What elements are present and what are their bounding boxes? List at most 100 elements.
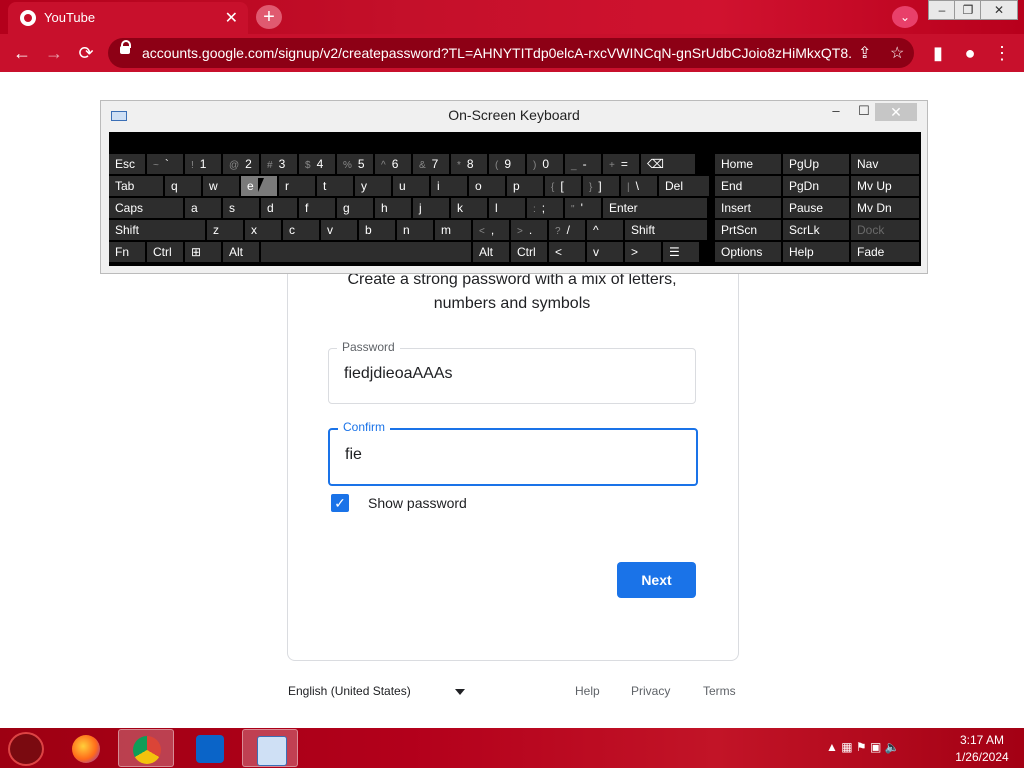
osk-nav-key[interactable]: PgUp <box>783 154 849 174</box>
osk-key[interactable]: | \ <box>621 176 657 196</box>
window-minimize-button[interactable]: – <box>928 0 956 20</box>
chevron-down-icon[interactable] <box>455 689 465 695</box>
osk-key[interactable]: ) 0 <box>527 154 563 174</box>
reload-button[interactable]: ⟳ <box>74 42 98 64</box>
osk-key[interactable]: & 7 <box>413 154 449 174</box>
osk-nav-key[interactable]: Fade <box>851 242 919 262</box>
osk-key[interactable]: #3 <box>261 154 297 174</box>
osk-nav-key[interactable]: Nav <box>851 154 919 174</box>
osk-key[interactable] <box>261 242 471 262</box>
osk-key[interactable]: c <box>283 220 319 240</box>
osk-key[interactable]: + = <box>603 154 639 174</box>
system-tray[interactable]: ▲ ▦ ⚑ ▣ 🔈 <box>826 740 900 754</box>
osk-key[interactable]: Alt <box>473 242 509 262</box>
osk-key[interactable]: Fn <box>109 242 145 262</box>
osk-key[interactable]: t <box>317 176 353 196</box>
osk-key[interactable]: Tab <box>109 176 163 196</box>
osk-key[interactable]: <, <box>473 220 509 240</box>
back-button[interactable]: ← <box>10 42 34 64</box>
osk-nav-key[interactable]: End <box>715 176 781 196</box>
lock-icon[interactable] <box>120 40 131 54</box>
osk-key[interactable]: v <box>321 220 357 240</box>
osk-key[interactable]: >. <box>511 220 547 240</box>
osk-key[interactable]: x <box>245 220 281 240</box>
osk-key[interactable]: " ' <box>565 198 601 218</box>
osk-key[interactable]: _ - <box>565 154 601 174</box>
url-text[interactable]: accounts.google.com/signup/v2/createpass… <box>142 45 852 61</box>
osk-key[interactable]: Esc <box>109 154 145 174</box>
osk-nav-key[interactable]: Home <box>715 154 781 174</box>
terms-link[interactable]: Terms <box>703 684 736 698</box>
osk-key[interactable]: o <box>469 176 505 196</box>
osk-minimize-button[interactable]: – <box>825 103 847 118</box>
address-bar[interactable]: accounts.google.com/signup/v2/createpass… <box>108 38 914 68</box>
osk-key[interactable]: v <box>587 242 623 262</box>
osk-key[interactable]: Enter <box>603 198 707 218</box>
osk-nav-key[interactable]: Dock <box>851 220 919 240</box>
new-tab-button[interactable]: + <box>256 5 282 29</box>
osk-key[interactable]: ⊞ <box>185 242 221 262</box>
osk-key[interactable]: r <box>279 176 315 196</box>
osk-key[interactable]: ^ <box>587 220 623 240</box>
osk-key[interactable]: z <box>207 220 243 240</box>
show-password-label[interactable]: Show password <box>368 495 467 511</box>
osk-key[interactable]: Shift <box>625 220 707 240</box>
osk-nav-key[interactable]: PrtScn <box>715 220 781 240</box>
osk-key[interactable]: }] <box>583 176 619 196</box>
confirm-password-input[interactable]: fie <box>345 446 675 464</box>
osk-key[interactable]: l <box>489 198 525 218</box>
osk-nav-key[interactable]: Insert <box>715 198 781 218</box>
taskbar-chrome[interactable] <box>118 729 174 767</box>
osk-key[interactable]: < <box>549 242 585 262</box>
osk-key[interactable]: m <box>435 220 471 240</box>
next-button[interactable]: Next <box>617 562 696 598</box>
confirm-password-field[interactable]: Confirm fie <box>328 420 698 486</box>
osk-key[interactable]: g <box>337 198 373 218</box>
osk-key[interactable]: Ctrl <box>147 242 183 262</box>
profile-icon[interactable]: ● <box>958 42 982 64</box>
osk-key[interactable]: p <box>507 176 543 196</box>
osk-key[interactable]: :; <box>527 198 563 218</box>
osk-key[interactable]: ! 1 <box>185 154 221 174</box>
taskbar-outlook[interactable] <box>182 729 238 767</box>
clock-date[interactable]: 1/26/2024 <box>952 750 1012 764</box>
side-panel-icon[interactable]: ▮ <box>926 42 950 64</box>
osk-nav-key[interactable]: Pause <box>783 198 849 218</box>
osk-key[interactable]: n <box>397 220 433 240</box>
language-selector[interactable]: English (United States) <box>288 684 411 698</box>
osk-key[interactable]: Alt <box>223 242 259 262</box>
osk-nav-key[interactable]: Mv Up <box>851 176 919 196</box>
clock-time[interactable]: 3:17 AM <box>952 733 1012 747</box>
osk-key[interactable]: Del <box>659 176 709 196</box>
osk-close-button[interactable]: ✕ <box>875 103 917 121</box>
password-field[interactable]: Password fiedjdieoaAAAs <box>328 340 696 404</box>
osk-key[interactable]: Caps <box>109 198 183 218</box>
tab-search-button[interactable]: ⌄ <box>892 6 918 28</box>
osk-key[interactable]: ~ ` <box>147 154 183 174</box>
osk-key[interactable]: Ctrl <box>511 242 547 262</box>
osk-key[interactable]: ☰ <box>663 242 699 262</box>
osk-nav-key[interactable]: Help <box>783 242 849 262</box>
privacy-link[interactable]: Privacy <box>631 684 670 698</box>
osk-key[interactable]: a <box>185 198 221 218</box>
osk-key[interactable]: j <box>413 198 449 218</box>
tab-youtube[interactable]: YouTube ✕ <box>8 2 248 34</box>
osk-key[interactable]: u <box>393 176 429 196</box>
taskbar-osk[interactable] <box>242 729 298 767</box>
osk-key[interactable]: (9 <box>489 154 525 174</box>
forward-button[interactable]: → <box>42 42 66 64</box>
chrome-menu-icon[interactable]: ⋮ <box>990 42 1014 64</box>
osk-key[interactable]: $4 <box>299 154 335 174</box>
osk-nav-key[interactable]: Options <box>715 242 781 262</box>
osk-key[interactable]: ? / <box>549 220 585 240</box>
osk-key[interactable]: q <box>165 176 201 196</box>
osk-nav-key[interactable]: PgDn <box>783 176 849 196</box>
show-password-checkbox[interactable]: ✓ <box>331 494 349 512</box>
window-close-button[interactable]: ✕ <box>980 0 1018 20</box>
osk-key[interactable]: {[ <box>545 176 581 196</box>
taskbar-firefox[interactable] <box>58 729 114 767</box>
osk-nav-key[interactable]: ScrLk <box>783 220 849 240</box>
osk-key[interactable]: ⌫ <box>641 154 695 174</box>
help-link[interactable]: Help <box>575 684 600 698</box>
osk-key[interactable]: k <box>451 198 487 218</box>
